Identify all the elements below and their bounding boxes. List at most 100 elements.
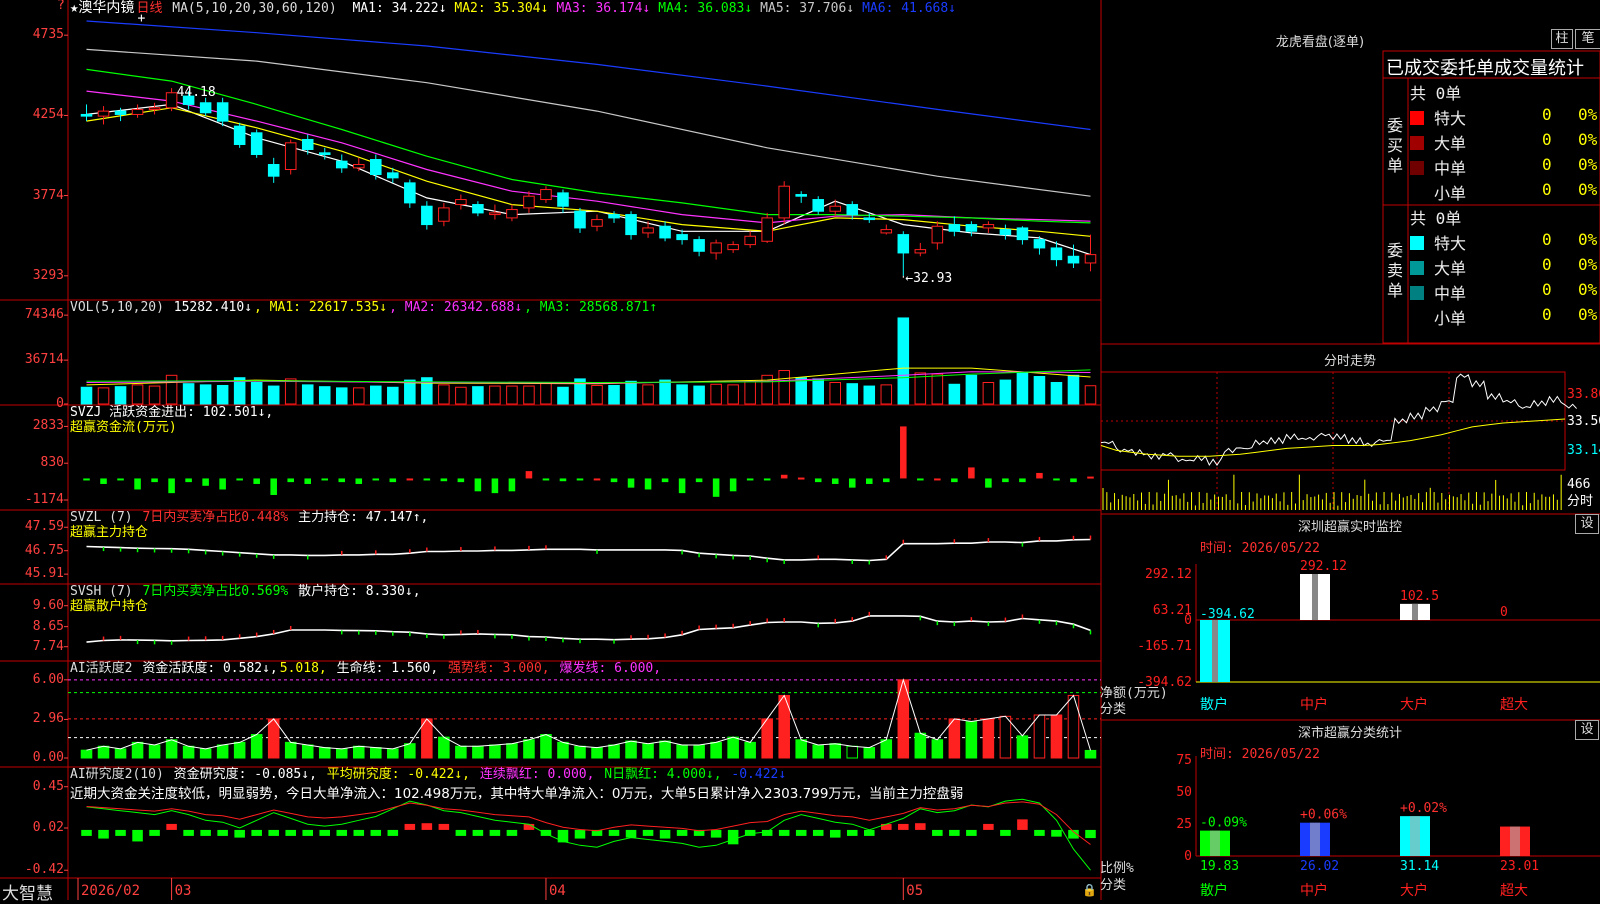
ai-res-bar bbox=[370, 829, 382, 836]
ai-act-y-tick: 2.96 bbox=[32, 711, 64, 727]
ai-act-bar bbox=[931, 739, 944, 759]
ai-res-bar bbox=[761, 829, 773, 836]
svzj-bar bbox=[525, 471, 533, 479]
svzj-bar bbox=[814, 478, 822, 483]
candle-body bbox=[608, 214, 620, 219]
tick-view-button[interactable]: 笔 bbox=[1575, 29, 1600, 49]
sz-monitor-settings-button[interactable]: 设 bbox=[1575, 514, 1599, 534]
svzj-bar bbox=[168, 478, 175, 494]
ai-res-bar bbox=[132, 829, 143, 842]
kline-mode[interactable]: 日线 bbox=[136, 1, 162, 16]
sz-class-y-label: 50 bbox=[1176, 785, 1192, 800]
vol-value: 15282.410↓ bbox=[173, 300, 253, 315]
volume-bar bbox=[182, 383, 195, 405]
ai-res-item3: 连续飘红: 0.000, bbox=[479, 767, 595, 782]
ai-act-bar bbox=[318, 747, 331, 759]
intraday-vol-unit: 分时 bbox=[1567, 494, 1593, 509]
svzj-bar bbox=[917, 478, 924, 481]
stock-title[interactable]: ★澳华内镜 bbox=[70, 0, 134, 16]
ai-act-bar bbox=[965, 721, 978, 759]
svzj-bar bbox=[406, 478, 414, 481]
svzj-bar bbox=[457, 478, 465, 483]
volume-bar bbox=[97, 387, 110, 405]
ai-act-bar bbox=[863, 747, 876, 759]
candle-body bbox=[216, 102, 229, 122]
svsh-line2: 超赢散户持仓 bbox=[70, 599, 149, 614]
candle-body bbox=[131, 108, 144, 115]
ai-act-item5: 爆发线: 6.000, bbox=[559, 661, 662, 676]
intraday-y-label: 33.86 bbox=[1567, 387, 1600, 402]
sell-block-row: 小单 0 0% bbox=[1410, 305, 1600, 329]
ai-res-bar bbox=[557, 829, 569, 843]
svzj-bar bbox=[780, 474, 788, 479]
brand-logo: 大智慧 bbox=[2, 884, 53, 904]
ai-act-bar bbox=[727, 736, 739, 759]
ai-act-bar bbox=[540, 734, 552, 759]
svzl-name: SVZL (7) bbox=[70, 510, 133, 525]
svzl-y-tick: 47.59 bbox=[24, 519, 64, 535]
vol-ma-value-2: , MA2: 26342.688↓ bbox=[389, 300, 523, 315]
svzj-bar bbox=[321, 478, 329, 481]
svzj-bar bbox=[1019, 478, 1026, 483]
svsh-item1: 7日内买卖净占比0.569% bbox=[142, 584, 289, 599]
svzj-y-tick: -1174 bbox=[24, 492, 64, 507]
ai-act-bar bbox=[1016, 735, 1029, 759]
ai-res-red-line bbox=[86, 801, 1091, 845]
candle-body bbox=[863, 217, 876, 221]
candle-body bbox=[642, 227, 654, 234]
volume-bar bbox=[199, 384, 212, 405]
candle-body bbox=[625, 214, 637, 236]
svzj-bar bbox=[661, 478, 669, 483]
help-mark[interactable]: ? bbox=[57, 0, 65, 13]
ai-act-y-tick: 0.00 bbox=[32, 750, 64, 765]
vol-ma-value-3: , MA3: 28568.871↑ bbox=[524, 300, 658, 315]
ai-act-bar bbox=[438, 736, 450, 759]
svsh-line bbox=[86, 615, 1091, 643]
candle-body bbox=[727, 244, 739, 251]
volume-bar bbox=[880, 384, 893, 405]
sz-monitor-y-label: -165.71 bbox=[1137, 639, 1192, 654]
svzj-bar bbox=[712, 478, 720, 497]
volume-bar bbox=[608, 384, 620, 405]
ai-act-bar bbox=[710, 741, 722, 759]
sz-class-settings-button[interactable]: 设 bbox=[1575, 720, 1599, 740]
svzj-bar bbox=[440, 478, 448, 482]
stat-percent: 0% bbox=[1578, 155, 1598, 174]
candle-body bbox=[999, 229, 1012, 236]
svzj-header: SVZJ 活跃资金进出: 102.501↓, 超赢资金流(万元) bbox=[70, 405, 273, 435]
svzj-bar bbox=[576, 478, 584, 481]
column-view-button[interactable]: 柱 bbox=[1551, 29, 1573, 49]
stat-swatch bbox=[1410, 261, 1424, 275]
svzj-bar bbox=[763, 478, 771, 481]
svzl-item2: 主力持仓: 47.147↑, bbox=[298, 510, 429, 525]
svzj-bar bbox=[1070, 478, 1077, 483]
ai-act-y-tick: 6.00 bbox=[32, 671, 64, 687]
ai-act-bar bbox=[591, 747, 603, 759]
volume-bar bbox=[625, 380, 637, 405]
ai-act-bar bbox=[352, 745, 365, 759]
sz-class-change-label: -0.09% bbox=[1200, 816, 1247, 831]
price-y-tick: 4254 bbox=[32, 107, 64, 123]
sz-monitor-value-label: 0 bbox=[1500, 605, 1508, 620]
svzj-bar bbox=[287, 478, 294, 483]
svzj-line1: SVZJ 活跃资金进出: 102.501↓, bbox=[70, 405, 274, 420]
candle-body bbox=[97, 110, 110, 117]
volume-bar bbox=[812, 378, 825, 405]
svzj-bar bbox=[593, 478, 601, 481]
svzj-bar bbox=[559, 478, 567, 482]
lock-icon: 🔒 bbox=[1082, 883, 1097, 897]
svzj-bar bbox=[372, 478, 380, 481]
ai-res-bar bbox=[404, 823, 416, 830]
ai-act-item4: 强势线: 3.000, bbox=[448, 661, 550, 676]
svzj-bar bbox=[729, 478, 737, 492]
svzj-bar bbox=[848, 478, 856, 488]
volume-bar bbox=[80, 386, 93, 405]
volume-bar bbox=[727, 384, 739, 405]
svzj-bar bbox=[900, 426, 907, 479]
svzj-bar bbox=[236, 478, 243, 481]
candle-body bbox=[591, 219, 603, 227]
ma-line-ma3 bbox=[86, 90, 1091, 224]
sz-monitor-y-label: 292.12 bbox=[1145, 567, 1192, 582]
ai-res-bar bbox=[676, 829, 688, 836]
sz-class-change-label: +0.02% bbox=[1400, 801, 1447, 816]
